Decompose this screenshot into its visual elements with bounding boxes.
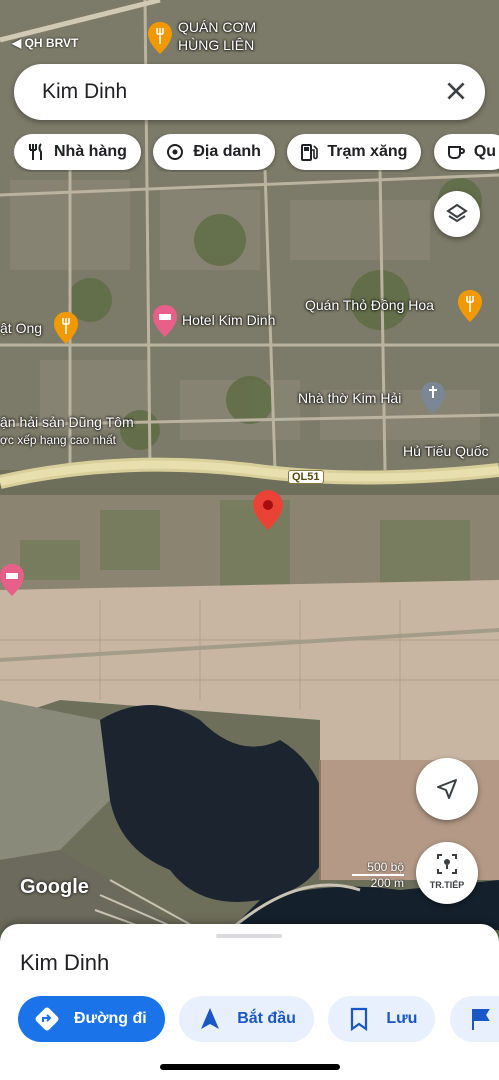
chip-label: Qu (473, 143, 497, 160)
category-chips: Nhà hàng Địa danh Trạm xăng Qu (14, 134, 499, 172)
scale-m: 200 m (370, 876, 404, 890)
save-label: Lưu (386, 1010, 418, 1027)
navigation-arrow-icon (437, 779, 457, 799)
scale-ft: 500 bộ (352, 860, 404, 876)
directions-icon (35, 1007, 59, 1031)
drag-handle[interactable] (216, 934, 282, 938)
street-view-label: TR.TIẾP (429, 880, 465, 890)
place-label-hai-san[interactable]: ận hải sản Dũng Tôm (0, 414, 134, 430)
save-button[interactable]: Lưu (328, 996, 436, 1042)
restaurant-pin-icon[interactable] (148, 22, 172, 54)
place-label-quan-com[interactable]: QUÁN CƠM HÙNG LIÊN (178, 18, 256, 54)
place-label-at-ong[interactable]: ật Ong (0, 320, 42, 336)
street-view-button[interactable]: TR.TIẾP (416, 842, 478, 904)
landmark-icon (167, 144, 184, 160)
fork-knife-icon (29, 143, 42, 160)
place-label-hai-san-sub: ợc xếp hạng cao nhất (0, 433, 116, 447)
place-label-quan-tho[interactable]: Quán Thỏ Đồng Hoa (305, 297, 434, 313)
label-button[interactable]: Th (449, 996, 499, 1042)
chip-label: Địa danh (193, 143, 261, 160)
restaurant-pin-icon[interactable] (54, 312, 78, 344)
chip-restaurants[interactable]: Nhà hàng (14, 134, 141, 170)
status-bar-location: ◀ QH BRVT (12, 36, 79, 50)
my-location-button[interactable] (416, 758, 478, 820)
directions-button[interactable]: Đường đi (18, 996, 165, 1042)
layers-button[interactable] (434, 191, 480, 237)
scale-bar: 500 bộ 200 m (352, 860, 404, 890)
layers-icon (446, 203, 468, 223)
chip-label: Trạm xăng (327, 143, 408, 160)
hotel-pin-icon[interactable] (0, 564, 24, 596)
directions-label: Đường đi (74, 1010, 147, 1027)
home-indicator[interactable] (160, 1064, 340, 1070)
chip-cafes[interactable]: Qu (433, 134, 499, 170)
search-bar[interactable]: Kim Dinh (14, 64, 485, 120)
navigation-arrow-icon (201, 1008, 220, 1029)
gas-station-icon (301, 144, 319, 161)
road-shield-ql51: QL51 (288, 470, 324, 484)
place-bottom-sheet[interactable]: Kim Dinh Đường đi Bắt đầu Lưu Th (0, 924, 499, 1080)
flag-icon (471, 1009, 490, 1030)
search-query[interactable]: Kim Dinh (42, 80, 127, 104)
place-label-hotel[interactable]: Hotel Kim Dinh (182, 312, 275, 328)
start-label: Bắt đầu (237, 1010, 296, 1027)
place-label-hu-tieu[interactable]: Hủ Tiếu Quốc (403, 443, 489, 459)
church-pin-icon[interactable] (421, 382, 445, 414)
street-view-icon (437, 854, 457, 874)
close-icon[interactable] (443, 78, 469, 104)
start-button[interactable]: Bắt đầu (179, 996, 314, 1042)
place-title: Kim Dinh (20, 950, 110, 975)
place-label-nha-tho[interactable]: Nhà thờ Kim Hải (298, 390, 401, 406)
chip-landmarks[interactable]: Địa danh (153, 134, 275, 170)
chip-label: Nhà hàng (54, 143, 127, 160)
cafe-icon (447, 146, 465, 159)
location-pin-icon[interactable] (253, 490, 283, 530)
action-buttons: Đường đi Bắt đầu Lưu Th (18, 996, 499, 1044)
restaurant-pin-icon[interactable] (458, 290, 482, 322)
bookmark-icon (351, 1007, 368, 1032)
google-logo: Google (20, 876, 89, 898)
chip-gas-stations[interactable]: Trạm xăng (287, 134, 422, 170)
hotel-pin-icon[interactable] (153, 305, 177, 337)
